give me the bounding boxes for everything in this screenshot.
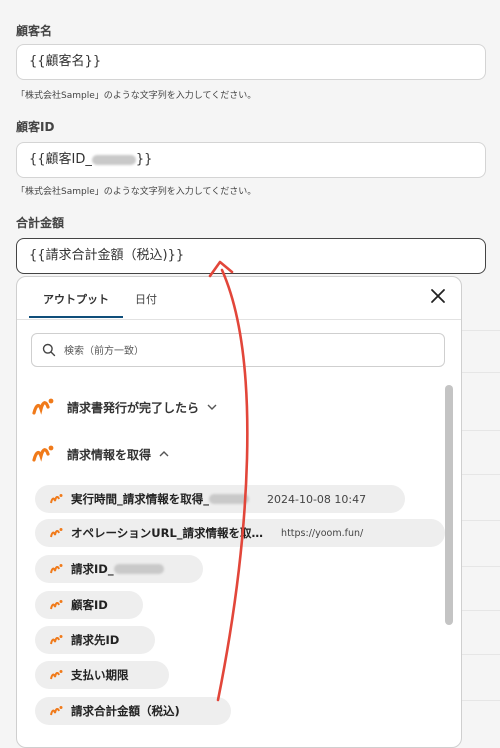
redacted-text	[209, 494, 249, 504]
tab-date[interactable]: 日付	[135, 291, 157, 307]
customer-id-hint: 「株式会社Sample」のような文字列を入力してください。	[16, 187, 257, 197]
output-item-payment-due[interactable]: 支払い期限	[35, 661, 169, 689]
item-label: 実行時間_請求情報を取得_	[71, 492, 209, 506]
app-logo-icon	[50, 528, 63, 538]
app-logo-icon	[50, 494, 63, 504]
app-logo-icon	[50, 635, 63, 645]
tab-output[interactable]: アウトプット	[43, 291, 109, 307]
output-item-execution-time[interactable]: 実行時間_請求情報を取得_ 2024-10-08 10:47	[35, 485, 405, 513]
app-logo-icon	[50, 600, 63, 610]
group-get-invoice-info[interactable]: 請求情報を取得	[31, 442, 169, 466]
app-logo-icon	[50, 706, 63, 716]
chevron-up-icon	[159, 451, 169, 457]
customer-name-hint: 「株式会社Sample」のような文字列を入力してください。	[16, 91, 257, 101]
group-label: 請求情報を取得	[67, 447, 152, 462]
app-logo-icon	[50, 670, 63, 680]
redacted-text	[91, 154, 136, 165]
total-amount-field[interactable]: {{請求合計金額（税込)}}	[16, 238, 486, 274]
group-label: 請求書発行が完了したら	[67, 400, 200, 415]
customer-id-value-suffix: }}	[135, 152, 153, 167]
panel-tabs: アウトプット 日付	[17, 277, 461, 320]
item-label: オペレーションURL_請求情報を取…	[71, 526, 264, 540]
item-label: 支払い期限	[71, 668, 129, 682]
output-item-total-amount[interactable]: 請求合計金額（税込)	[35, 697, 231, 725]
output-item-customer-id[interactable]: 顧客ID	[35, 591, 143, 619]
output-item-billing-id[interactable]: 請求先ID	[35, 626, 155, 654]
customer-id-field[interactable]: {{顧客ID_}}	[16, 142, 486, 178]
total-amount-label: 合計金額	[16, 216, 65, 230]
output-picker-panel: アウトプット 日付 請求書発行が完了したら 請求情報を取得	[16, 276, 462, 748]
customer-name-field[interactable]: {{顧客名}}	[16, 44, 486, 80]
search-box[interactable]	[31, 333, 445, 368]
close-icon[interactable]	[429, 287, 447, 305]
customer-name-label: 顧客名	[16, 24, 53, 38]
group-invoice-issued[interactable]: 請求書発行が完了したら	[31, 395, 217, 419]
item-label: 請求先ID	[71, 633, 120, 647]
panel-scrollbar[interactable]	[445, 385, 453, 625]
app-logo-icon	[32, 445, 54, 462]
app-logo-icon	[32, 398, 54, 415]
item-value: https://yoom.fun/	[281, 527, 364, 539]
output-item-invoice-id[interactable]: 請求ID_	[35, 555, 203, 583]
customer-id-label: 顧客ID	[16, 120, 55, 134]
output-item-operation-url[interactable]: オペレーションURL_請求情報を取… https://yoom.fun/	[35, 519, 445, 547]
item-label: 請求合計金額（税込)	[71, 704, 180, 718]
chevron-down-icon	[207, 404, 217, 410]
item-label: 顧客ID	[71, 598, 108, 612]
active-tab-indicator	[29, 316, 123, 318]
search-icon	[42, 343, 56, 357]
item-label: 請求ID_	[71, 562, 114, 576]
item-value: 2024-10-08 10:47	[267, 492, 367, 506]
search-input[interactable]	[62, 334, 436, 368]
app-logo-icon	[50, 564, 63, 574]
customer-id-value-prefix: {{顧客ID_	[29, 152, 92, 167]
redacted-text	[113, 564, 164, 574]
